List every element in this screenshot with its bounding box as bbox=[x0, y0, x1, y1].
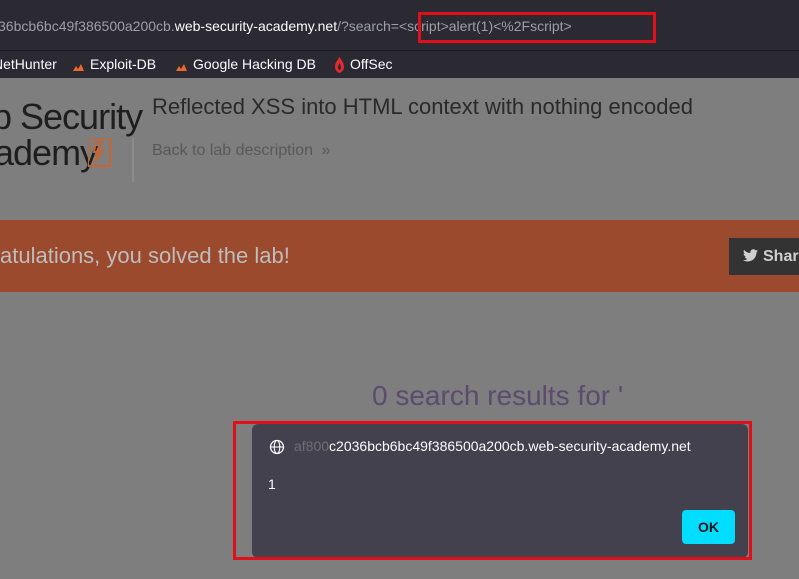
dialog-highlight-box bbox=[233, 421, 752, 560]
share-label: Shar bbox=[763, 248, 799, 265]
url-highlight-box bbox=[418, 12, 656, 43]
bookmarks-toolbar: NetHunter Exploit-DB Google Hacking DB O… bbox=[0, 50, 799, 79]
back-link-label: Back to lab description bbox=[152, 142, 313, 159]
bookmark-label: Exploit-DB bbox=[90, 56, 157, 72]
bookmark-exploit-db[interactable]: Exploit-DB bbox=[72, 56, 156, 72]
url-prefix: 36bcb6bc49f386500a200cb. bbox=[0, 18, 175, 34]
back-to-lab-link[interactable]: Back to lab description » bbox=[152, 142, 330, 160]
bookmark-nethunter[interactable]: NetHunter bbox=[0, 56, 57, 72]
exploit-db-icon bbox=[72, 60, 85, 72]
banner-message: atulations, you solved the lab! bbox=[0, 243, 290, 268]
url-host: web-security-academy.net bbox=[174, 18, 338, 34]
ghdb-icon bbox=[175, 60, 188, 72]
offsec-icon bbox=[334, 57, 345, 74]
bookmark-label: OffSec bbox=[350, 56, 393, 72]
bookmark-label: NetHunter bbox=[0, 56, 57, 72]
share-button[interactable]: Shar bbox=[729, 238, 799, 275]
address-bar[interactable]: 36bcb6bc49f386500a200cb.web-security-aca… bbox=[0, 0, 799, 50]
bookmark-label: Google Hacking DB bbox=[193, 56, 316, 72]
twitter-icon bbox=[743, 249, 758, 262]
academy-logo[interactable]: b Security ademy bbox=[0, 96, 143, 182]
bookmark-offsec[interactable]: OffSec bbox=[334, 56, 393, 74]
lab-title: Reflected XSS into HTML context with not… bbox=[152, 94, 693, 119]
chevron-right-icon: » bbox=[321, 142, 331, 159]
bookmark-google-hacking-db[interactable]: Google Hacking DB bbox=[175, 56, 316, 72]
logo-line2: ademy bbox=[0, 132, 98, 173]
solved-banner: atulations, you solved the lab! Shar bbox=[0, 220, 799, 292]
search-results-heading: 0 search results for ' bbox=[372, 380, 624, 411]
lightning-icon bbox=[88, 138, 134, 182]
